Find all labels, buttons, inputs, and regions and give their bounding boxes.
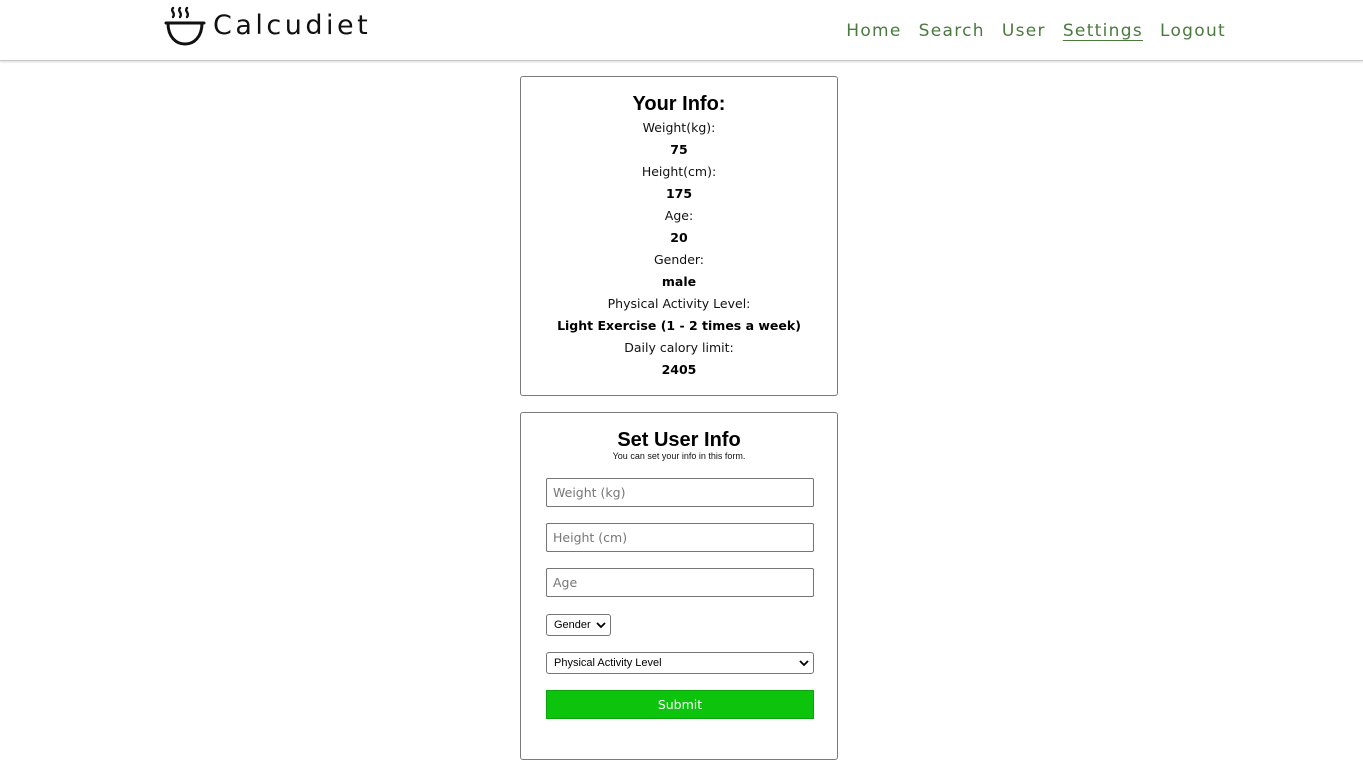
gender-select-value: Gender: [554, 619, 591, 631]
brand[interactable]: Calcudiet: [164, 4, 371, 48]
gender-value: male: [661, 274, 697, 289]
activity-level-select-value: Physical Activity Level: [554, 657, 662, 669]
navbar: Calcudiet Home Search User Settings Logo…: [0, 0, 1363, 61]
set-user-info-form: Set User Info You can set your info in t…: [520, 412, 838, 760]
height-input[interactable]: [546, 523, 814, 552]
brand-name: Calcudiet: [213, 10, 372, 41]
height-label: Height(cm):: [641, 164, 717, 179]
weight-label: Weight(kg):: [642, 120, 716, 135]
nav-logout-link[interactable]: Logout: [1160, 19, 1226, 43]
activity-level-label: Physical Activity Level:: [607, 296, 751, 311]
nav-search-link[interactable]: Search: [919, 19, 985, 43]
calorie-limit-value: 2405: [661, 362, 697, 377]
activity-level-value: Light Exercise (1 - 2 times a week): [557, 318, 801, 333]
chevron-down-icon: [799, 660, 809, 667]
age-input[interactable]: [546, 568, 814, 597]
weight-input[interactable]: [546, 478, 814, 507]
submit-button[interactable]: Submit: [546, 690, 814, 719]
gender-select[interactable]: Gender: [546, 614, 611, 636]
steaming-bowl-icon: [164, 6, 206, 46]
nav-links: Home Search User Settings Logout: [846, 19, 1226, 43]
activity-level-select[interactable]: Physical Activity Level: [546, 652, 814, 674]
user-info-card: Your Info: Weight(kg): 75 Height(cm): 17…: [520, 76, 838, 396]
chevron-down-icon: [596, 622, 606, 629]
weight-value: 75: [670, 142, 688, 157]
form-title: Set User Info: [617, 429, 741, 451]
height-value: 175: [665, 186, 693, 201]
nav-settings-link[interactable]: Settings: [1063, 19, 1143, 43]
age-value: 20: [670, 230, 688, 245]
calorie-limit-label: Daily calory limit:: [624, 340, 734, 355]
info-card-title: Your Info:: [632, 93, 726, 115]
age-label: Age:: [664, 208, 694, 223]
nav-home-link[interactable]: Home: [846, 19, 901, 43]
nav-user-link[interactable]: User: [1002, 19, 1046, 43]
form-subtitle: You can set your info in this form.: [612, 451, 746, 461]
gender-label: Gender:: [653, 252, 705, 267]
